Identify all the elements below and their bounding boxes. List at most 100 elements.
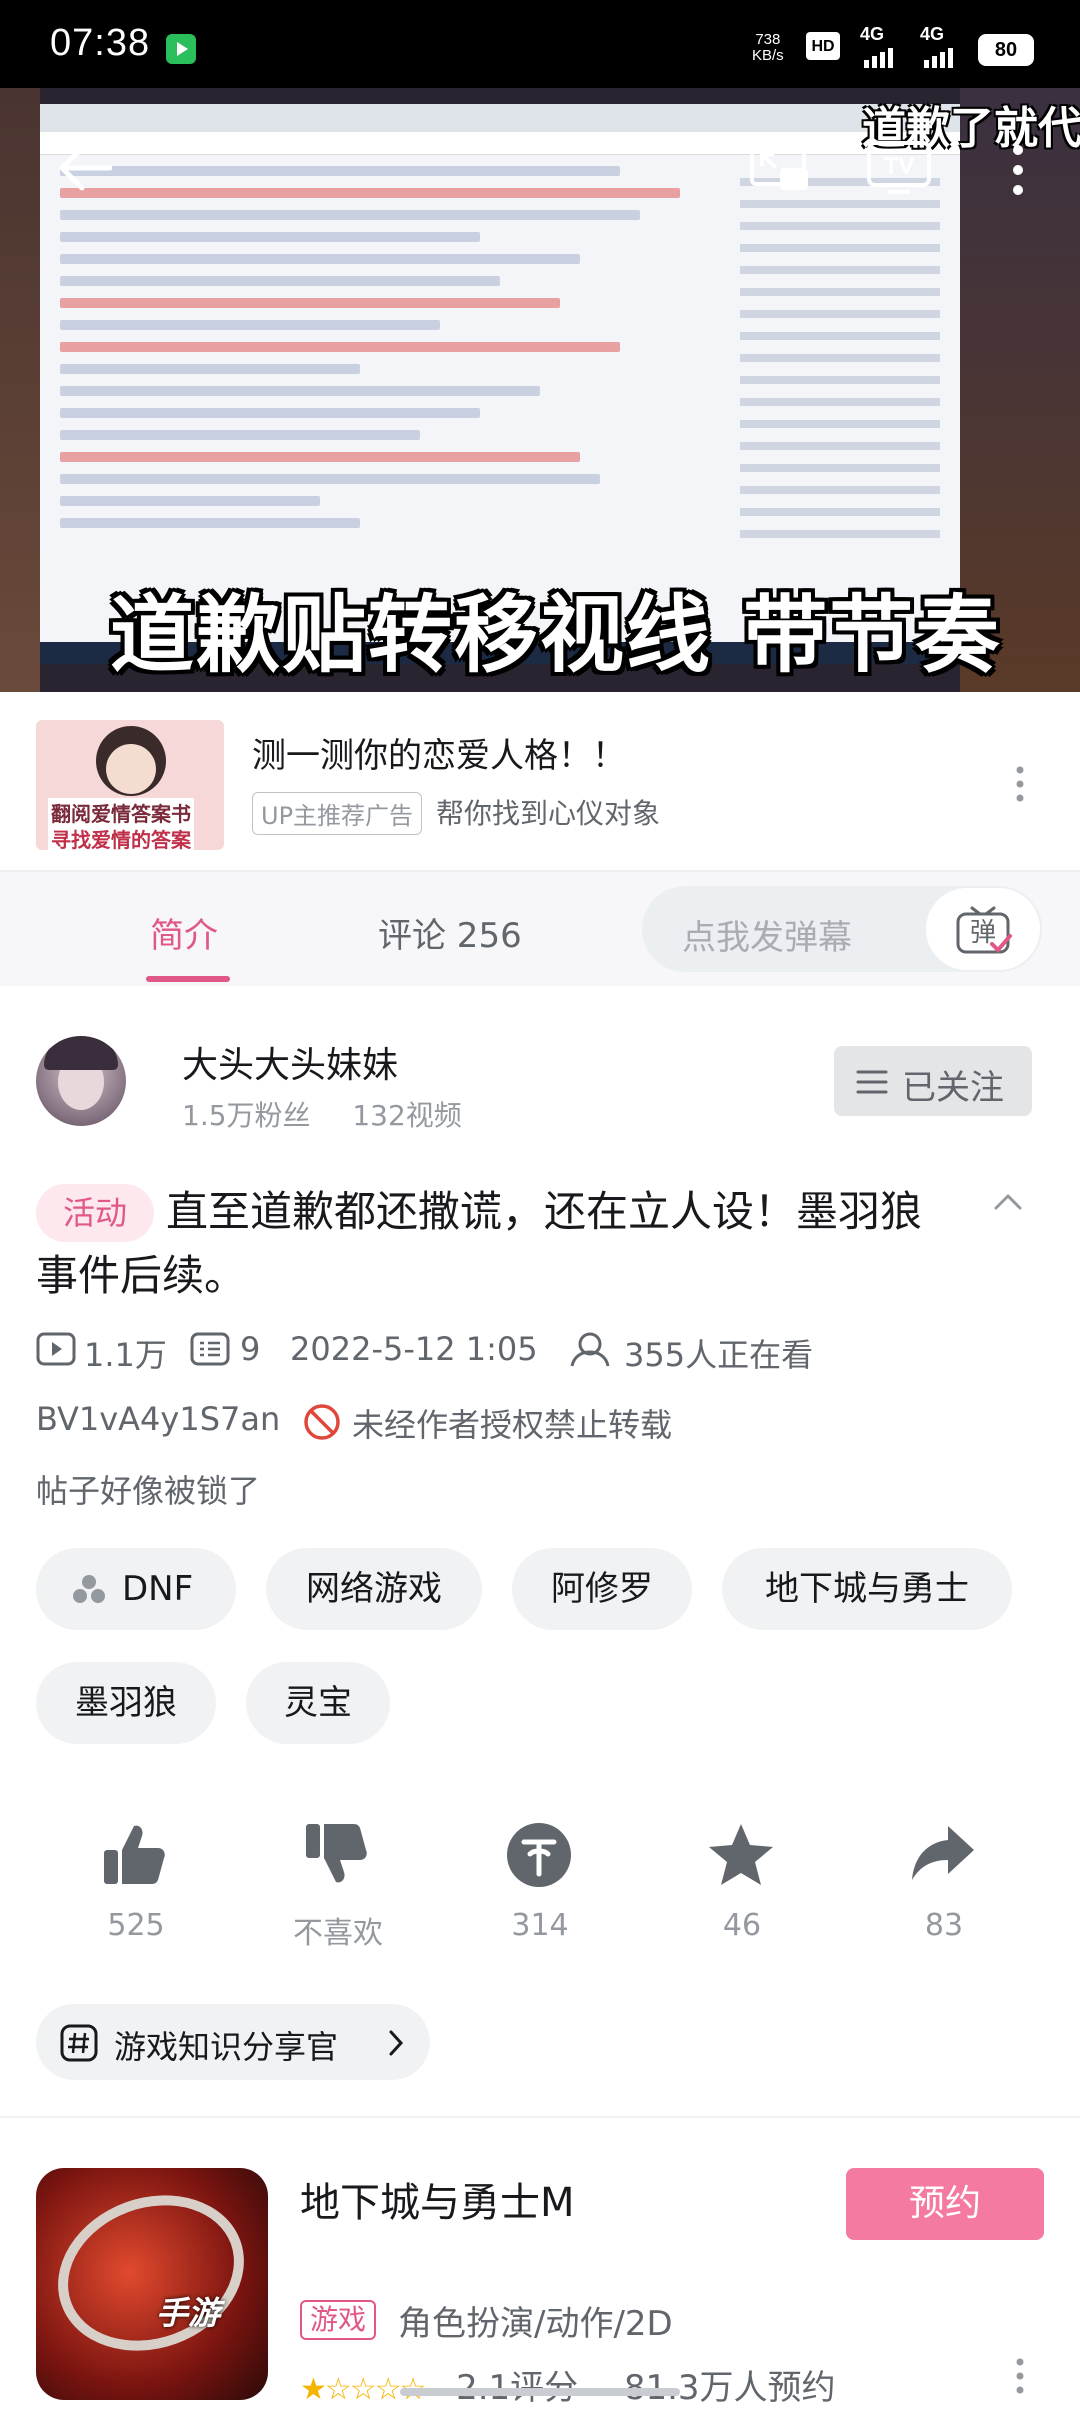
back-arrow-icon[interactable]	[56, 144, 112, 192]
video-frame-browser-tabs	[40, 104, 960, 132]
ad-thumbnail-text-2: 寻找爱情的答案	[48, 824, 194, 850]
video-frame-row	[60, 452, 580, 462]
game-icon-ring	[36, 2170, 266, 2376]
no-repost-icon	[304, 1404, 340, 1440]
video-frame-row	[60, 276, 500, 286]
tag-label: DNF	[122, 1569, 194, 1609]
reserve-button[interactable]: 预约	[846, 2168, 1044, 2240]
video-frame-row	[60, 254, 580, 264]
video-frame-row	[60, 474, 600, 484]
video-frame-row	[60, 364, 360, 374]
chevron-up-icon[interactable]	[994, 1188, 1022, 1216]
publish-date: 2022-5-12 1:05	[290, 1330, 538, 1368]
signal-1-label: 4G	[860, 24, 885, 44]
favorite-count: 46	[722, 1908, 762, 1943]
status-bar: 07:38 738 KB/s HD 4G 4G 80	[0, 0, 1080, 88]
uploader-fans: 1.5万粉丝	[182, 1099, 311, 1132]
bv-id: BV1vA4y1S7an	[36, 1400, 281, 1438]
danmaku-placeholder: 点我发弹幕	[682, 918, 852, 958]
video-frame-row	[60, 496, 320, 506]
battery-icon: 80	[978, 34, 1034, 66]
coin-button[interactable]: 314	[470, 1820, 610, 1950]
ad-badge: UP主推荐广告	[252, 792, 423, 835]
thumbs-up-icon	[104, 1825, 165, 1884]
favorite-button[interactable]: 46	[672, 1820, 812, 1950]
detail-tabs: 简介 评论 256 点我发弹幕 弹	[0, 870, 1080, 986]
tag-online-game[interactable]: 网络游戏	[266, 1548, 482, 1630]
uploader-stats: 1.5万粉丝 132视频	[182, 1094, 462, 1134]
follow-button-label: 已关注	[902, 1068, 1004, 1108]
more-options-icon[interactable]	[1010, 142, 1026, 198]
game-genre: 角色扮演/动作/2D	[398, 2304, 673, 2344]
video-frame-row	[60, 232, 480, 242]
danmaku-toggle-button[interactable]: 弹	[924, 886, 1042, 972]
danmaku-button-label: 弹	[970, 918, 997, 948]
video-frame-row	[60, 518, 360, 528]
thumbs-down-icon	[306, 1824, 367, 1883]
game-name[interactable]: 地下城与勇士M	[300, 2170, 575, 2228]
hashtag-icon	[60, 2024, 98, 2062]
video-frame-row	[60, 166, 620, 176]
app-notification-icon	[166, 34, 196, 64]
tab-intro[interactable]: 简介	[150, 908, 218, 957]
video-title: 直至道歉都还撒谎，还在立人设！墨羽狼事件后续。	[36, 1187, 923, 1300]
video-frame-row	[60, 342, 620, 352]
net-speed-value: 738	[755, 31, 781, 48]
topic-chip[interactable]: 游戏知识分享官	[36, 2004, 430, 2080]
tv-cast-icon[interactable]: TV	[866, 140, 932, 196]
ad-banner[interactable]: 翻阅爱情答案书 寻找爱情的答案 测一测你的恋爱人格！！ UP主推荐广告 帮你找到…	[0, 692, 1080, 870]
no-repost-text: 未经作者授权禁止转载	[352, 1406, 673, 1444]
channel-icon	[73, 1575, 105, 1603]
play-count-icon	[36, 1332, 76, 1366]
video-frame-row	[60, 188, 680, 198]
coin-icon	[507, 1823, 571, 1887]
game-more-icon[interactable]	[1016, 2356, 1024, 2396]
net-speed-unit: KB/s	[752, 47, 784, 64]
ad-more-icon[interactable]	[1016, 764, 1024, 804]
star-icon	[709, 1824, 773, 1885]
uploader-videos: 132视频	[352, 1099, 462, 1132]
menu-lines-icon	[856, 1070, 888, 1094]
section-divider	[0, 2116, 1080, 2118]
topic-label: 游戏知识分享官	[114, 2028, 339, 2066]
danmaku-input[interactable]: 点我发弹幕 弹	[642, 886, 1042, 972]
video-frame-row	[60, 386, 540, 396]
tag-moyulang[interactable]: 墨羽狼	[36, 1662, 216, 1744]
tab-comments[interactable]: 评论 256	[378, 908, 522, 957]
ad-subtitle: 帮你找到心仪对象	[436, 797, 661, 830]
game-icon[interactable]: 手游	[36, 2168, 268, 2400]
signal-2-label: 4G	[920, 24, 945, 44]
chevron-right-icon	[389, 2030, 404, 2056]
share-count: 83	[924, 1908, 964, 1943]
follow-button[interactable]: 已关注	[834, 1046, 1032, 1116]
video-description: 帖子好像被锁了	[36, 1472, 261, 1510]
game-rating-row: ★☆☆☆☆ 2.1评分 81.3万人预约	[300, 2360, 836, 2409]
video-frame-address-bar	[40, 132, 960, 155]
share-button[interactable]: 83	[874, 1820, 1014, 1950]
pip-icon[interactable]	[748, 140, 812, 196]
video-frame-row	[60, 210, 640, 220]
dislike-label: 不喜欢	[293, 1916, 383, 1951]
game-category-badge: 游戏	[300, 2300, 377, 2340]
dislike-button[interactable]: 不喜欢	[268, 1820, 408, 1951]
avatar-hair	[44, 1036, 118, 1070]
video-left-edge	[0, 88, 40, 692]
like-button[interactable]: 525	[66, 1820, 206, 1950]
tag-asura[interactable]: 阿修罗	[512, 1548, 692, 1630]
home-indicator	[400, 2388, 680, 2396]
video-player[interactable]: 道歉了就代 道歉贴转移视线 带节奏 TV	[0, 88, 1080, 692]
uploader-name[interactable]: 大头大头妹妹	[182, 1036, 398, 1088]
ad-thumbnail: 翻阅爱情答案书 寻找爱情的答案	[36, 720, 224, 850]
tag-dungeon-fighter[interactable]: 地下城与勇士	[722, 1548, 1012, 1630]
share-arrow-icon	[912, 1826, 974, 1880]
tag-lingbao[interactable]: 灵宝	[246, 1662, 390, 1744]
game-icon-text: 手游	[156, 2294, 221, 2332]
video-frame-row	[60, 320, 440, 330]
ad-title: 测一测你的恋爱人格！！	[252, 736, 626, 776]
uploader-avatar[interactable]	[36, 1036, 126, 1126]
video-frame-side-column	[740, 164, 940, 544]
tag-dnf[interactable]: DNF	[36, 1548, 236, 1630]
svg-text:TV: TV	[884, 153, 915, 180]
video-frame-row	[60, 430, 420, 440]
signal-bars-2-icon	[924, 48, 953, 68]
